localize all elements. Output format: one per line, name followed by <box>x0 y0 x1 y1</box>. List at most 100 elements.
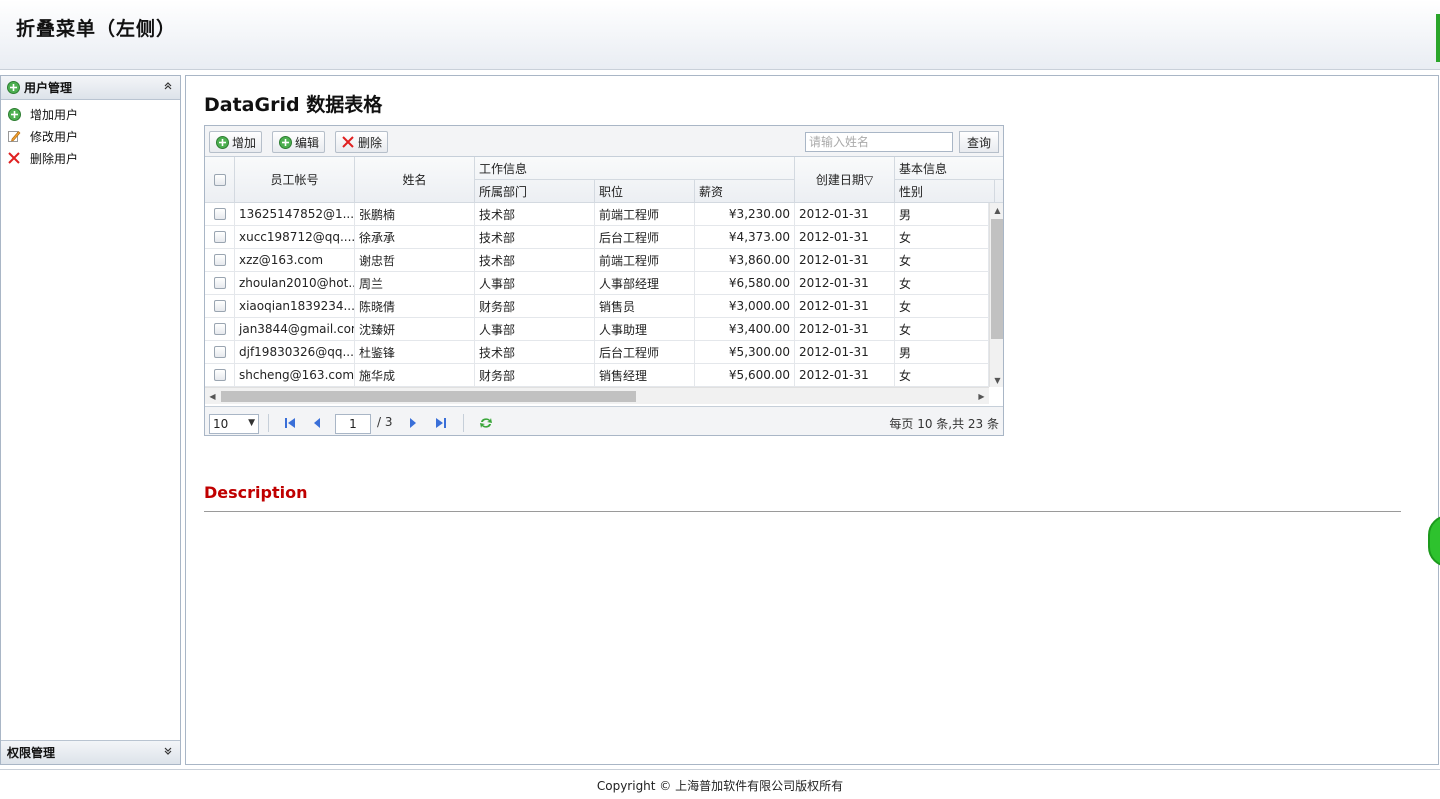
column-header-gender[interactable]: 性别 <box>895 180 995 203</box>
sidebar-accordion: 用户管理 增加用户 修改用户 删除用户 权限管理 <box>0 75 181 765</box>
cell-gender: 女 <box>895 272 989 294</box>
table-row[interactable]: xiaoqian1839234... 陈晓倩 财务部 销售员 ¥3,000.00… <box>205 295 989 318</box>
prev-page-icon[interactable] <box>309 415 325 431</box>
accordion-header-user-management[interactable]: 用户管理 <box>1 76 180 100</box>
add-button-label: 增加 <box>232 135 257 150</box>
menu-item-label: 增加用户 <box>30 107 79 122</box>
cell-name: 谢忠哲 <box>355 249 475 271</box>
add-icon <box>215 135 229 149</box>
table-row[interactable]: xucc198712@qq.... 徐承承 技术部 后台工程师 ¥4,373.0… <box>205 226 989 249</box>
grid-toolbar: 增加 编辑 删除 查询 <box>205 126 1003 157</box>
delete-button-label: 删除 <box>358 135 383 150</box>
add-button[interactable]: 增加 <box>209 131 263 153</box>
row-checkbox-cell[interactable] <box>205 295 235 317</box>
table-row[interactable]: djf19830326@qq.... 杜鉴锋 技术部 后台工程师 ¥5,300.… <box>205 341 989 364</box>
add-icon <box>7 107 21 121</box>
horizontal-scrollbar[interactable]: ◀ ▶ <box>205 387 989 404</box>
scroll-down-icon[interactable]: ▼ <box>990 373 1003 387</box>
column-header-account[interactable]: 员工帐号 <box>235 157 355 203</box>
page-size-value: 10 <box>213 417 229 431</box>
description-divider <box>204 511 1401 512</box>
next-page-icon[interactable] <box>405 415 421 431</box>
vertical-scroll-thumb[interactable] <box>991 219 1003 339</box>
cell-position: 前端工程师 <box>595 249 695 271</box>
remove-icon <box>341 135 355 149</box>
collapse-icon[interactable] <box>162 81 174 94</box>
table-row[interactable]: xzz@163.com 谢忠哲 技术部 前端工程师 ¥3,860.00 2012… <box>205 249 989 272</box>
refresh-icon[interactable] <box>478 415 494 431</box>
grid-pager: 10 ▼ 1 / 3 每页 10 条,共 23 条 <box>205 406 1003 435</box>
accordion-header-permission-management[interactable]: 权限管理 <box>1 740 180 764</box>
select-all-checkbox[interactable] <box>213 173 226 186</box>
column-header-created[interactable]: 创建日期▽ <box>795 157 895 203</box>
pager-info: 每页 10 条,共 23 条 <box>889 417 999 431</box>
cell-salary: ¥6,580.00 <box>695 272 795 294</box>
expand-icon[interactable] <box>162 746 174 759</box>
scroll-up-icon[interactable]: ▲ <box>990 203 1003 217</box>
table-row[interactable]: zhoulan2010@hot... 周兰 人事部 人事部经理 ¥6,580.0… <box>205 272 989 295</box>
column-header-next[interactable] <box>995 180 1003 203</box>
row-checkbox-cell[interactable] <box>205 272 235 294</box>
menu-item-edit-user[interactable]: 修改用户 <box>1 125 180 147</box>
page-size-select[interactable]: 10 ▼ <box>209 414 259 434</box>
row-checkbox-cell[interactable] <box>205 341 235 363</box>
cell-account: djf19830326@qq.... <box>235 341 355 363</box>
scroll-right-icon[interactable]: ▶ <box>974 388 989 405</box>
current-page-input[interactable]: 1 <box>335 414 371 434</box>
row-checkbox-cell[interactable] <box>205 364 235 386</box>
row-checkbox-cell[interactable] <box>205 203 235 225</box>
horizontal-scroll-thumb[interactable] <box>221 391 636 402</box>
page-title: DataGrid 数据表格 <box>204 94 383 116</box>
table-row[interactable]: jan3844@gmail.com 沈臻妍 人事部 人事助理 ¥3,400.00… <box>205 318 989 341</box>
cell-created: 2012-01-31 <box>795 226 895 248</box>
add-circle-icon <box>7 81 20 94</box>
table-row[interactable]: shcheng@163.com 施华成 财务部 销售经理 ¥5,600.00 2… <box>205 364 989 387</box>
column-header-salary[interactable]: 薪资 <box>695 180 795 203</box>
edit-button[interactable]: 编辑 <box>272 131 326 153</box>
first-page-icon[interactable] <box>282 415 298 431</box>
row-checkbox[interactable] <box>213 231 226 243</box>
row-checkbox-cell[interactable] <box>205 318 235 340</box>
row-checkbox[interactable] <box>213 300 226 312</box>
edit-button-label: 编辑 <box>295 135 320 150</box>
vertical-scrollbar[interactable]: ▲ ▼ <box>989 203 1003 387</box>
cell-dept: 财务部 <box>475 364 595 386</box>
cell-salary: ¥3,400.00 <box>695 318 795 340</box>
search-name-input[interactable] <box>805 132 953 152</box>
last-page-icon[interactable] <box>433 415 449 431</box>
row-checkbox[interactable] <box>213 346 226 358</box>
delete-button[interactable]: 删除 <box>335 131 389 153</box>
description-title: Description <box>204 483 308 502</box>
cell-name: 陈晓倩 <box>355 295 475 317</box>
menu-item-delete-user[interactable]: 删除用户 <box>1 147 180 169</box>
row-checkbox[interactable] <box>213 254 226 266</box>
menu-item-add-user[interactable]: 增加用户 <box>1 103 180 125</box>
cell-gender: 女 <box>895 295 989 317</box>
column-header-dept[interactable]: 所属部门 <box>475 180 595 203</box>
table-row[interactable]: 13625147852@1... 张鹏楠 技术部 前端工程师 ¥3,230.00… <box>205 203 989 226</box>
column-header-name[interactable]: 姓名 <box>355 157 475 203</box>
row-checkbox[interactable] <box>213 369 226 381</box>
cell-gender: 男 <box>895 203 989 225</box>
cell-created: 2012-01-31 <box>795 295 895 317</box>
row-checkbox[interactable] <box>213 323 226 335</box>
chevron-down-icon: ▼ <box>248 418 255 428</box>
edit-icon <box>7 129 21 143</box>
cell-created: 2012-01-31 <box>795 272 895 294</box>
cell-created: 2012-01-31 <box>795 318 895 340</box>
cell-dept: 技术部 <box>475 203 595 225</box>
menu-item-label: 删除用户 <box>30 151 79 166</box>
cell-salary: ¥3,230.00 <box>695 203 795 225</box>
cell-account: xzz@163.com <box>235 249 355 271</box>
row-checkbox[interactable] <box>213 208 226 220</box>
cell-account: zhoulan2010@hot... <box>235 272 355 294</box>
row-checkbox-cell[interactable] <box>205 226 235 248</box>
page-footer: Copyright © 上海普加软件有限公司版权所有 <box>0 769 1440 799</box>
search-button[interactable]: 查询 <box>959 131 999 153</box>
grid-body: 13625147852@1... 张鹏楠 技术部 前端工程师 ¥3,230.00… <box>205 203 989 387</box>
row-checkbox[interactable] <box>213 277 226 289</box>
cell-gender: 男 <box>895 341 989 363</box>
scroll-left-icon[interactable]: ◀ <box>205 388 220 405</box>
column-header-position[interactable]: 职位 <box>595 180 695 203</box>
row-checkbox-cell[interactable] <box>205 249 235 271</box>
